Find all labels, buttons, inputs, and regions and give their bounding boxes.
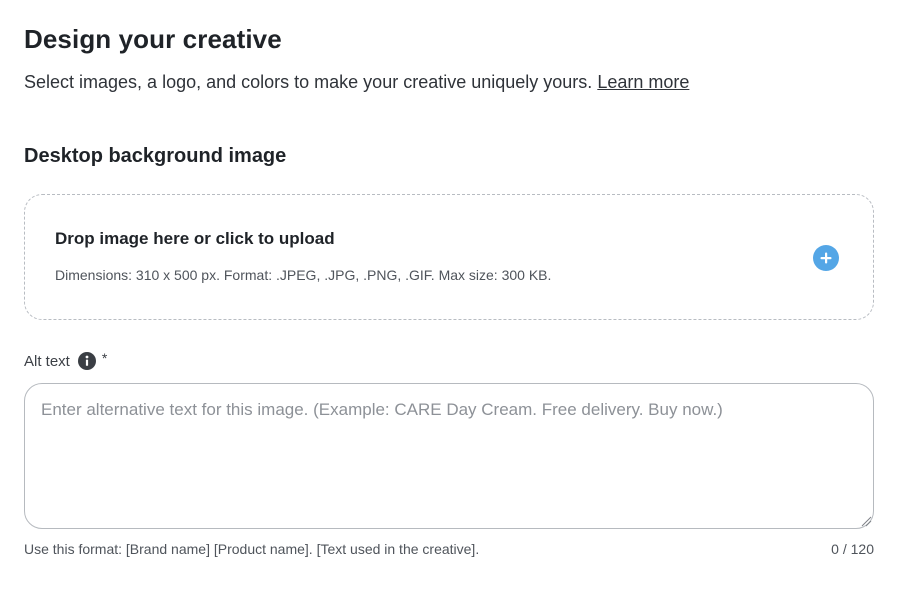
page-subtitle: Select images, a logo, and colors to mak…: [24, 72, 689, 93]
section-title-desktop-background: Desktop background image: [24, 145, 287, 167]
dropzone-title: Drop image here or click to upload: [55, 229, 335, 248]
subtitle-text: Select images, a logo, and colors to mak…: [24, 72, 593, 92]
design-creative-page: Design your creative Select images, a lo…: [0, 0, 900, 605]
textarea-resize-handle-icon[interactable]: [860, 515, 872, 527]
alt-text-input[interactable]: [24, 383, 874, 529]
info-icon[interactable]: [77, 352, 96, 370]
alt-text-helper: Use this format: [Brand name] [Product n…: [24, 541, 480, 557]
alt-text-label-row: Alt text *: [24, 350, 108, 370]
plus-circle-icon[interactable]: [813, 245, 839, 271]
required-asterisk: *: [101, 350, 108, 366]
character-counter: 0 / 120: [831, 541, 874, 557]
learn-more-link[interactable]: Learn more: [597, 72, 689, 92]
dropzone-hint: Dimensions: 310 x 500 px. Format: .JPEG,…: [55, 267, 552, 283]
image-upload-dropzone[interactable]: Drop image here or click to upload Dimen…: [24, 194, 874, 320]
alt-text-label: Alt text: [24, 352, 70, 370]
page-title: Design your creative: [24, 24, 282, 54]
